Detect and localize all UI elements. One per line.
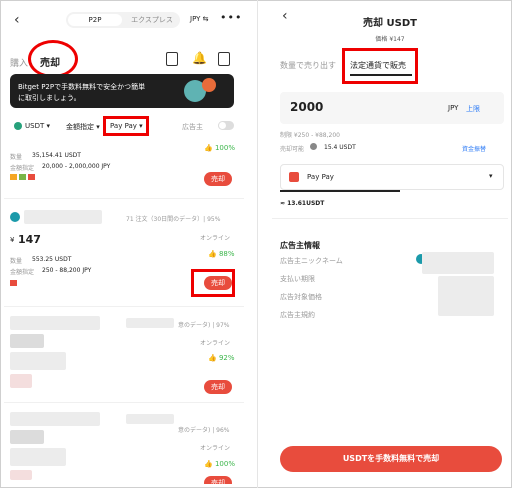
segment-express[interactable]: エクスプレス — [128, 14, 176, 26]
more-dots-icon[interactable]: ••• — [220, 11, 242, 24]
avatar — [10, 212, 20, 222]
info-row-payment-deadline: 支払い期限 — [280, 275, 315, 283]
details-blurred — [10, 448, 66, 466]
qty-value: 35,154.41 USDT — [32, 152, 81, 159]
limit-value: 250 - 88,200 JPY — [42, 267, 92, 274]
highlight-box-fiat-tab — [342, 48, 418, 84]
limit-label: 金額指定 — [10, 269, 35, 276]
info-row-terms: 広告主規約 — [280, 311, 315, 319]
online-status: オンライン — [200, 445, 231, 452]
price: 147 — [18, 233, 41, 246]
qty-label: 数量 — [10, 154, 23, 161]
price-currency: ¥ — [10, 236, 15, 244]
orders-icon[interactable] — [166, 52, 178, 66]
limit-value: 20,000 - 2,000,000 JPY — [42, 163, 111, 170]
history-icon[interactable] — [218, 52, 230, 66]
info-row-nickname: 広告主ニックネーム — [280, 257, 343, 265]
payment-icon-2 — [19, 174, 26, 180]
segment-p2p[interactable]: P2P — [68, 14, 122, 26]
payment-method-value: Pay Pay — [307, 173, 334, 181]
unit-price: 価格 ¥147 — [375, 36, 405, 43]
tab-buy[interactable]: 購入 — [10, 56, 28, 69]
limit-text: 制限 ¥250 - ¥88,200 — [280, 132, 340, 139]
stats-blurred — [126, 414, 174, 424]
advertiser-name-blurred — [24, 210, 102, 224]
highlight-box-payment — [103, 116, 149, 136]
advertiser-toggle[interactable] — [218, 121, 234, 130]
stats-blurred — [126, 318, 174, 328]
page-title: 売却 USDT — [363, 18, 417, 29]
sell-button[interactable]: 売却 — [204, 172, 232, 186]
tab-sell-by-quantity[interactable]: 数量で売り出す — [280, 60, 336, 71]
separator — [4, 306, 244, 307]
receive-estimate: ≈ 13.61USDT — [280, 200, 325, 207]
advertiser-section-title: 広告主情報 — [280, 241, 320, 250]
paypay-icon — [10, 280, 17, 286]
advertiser-filter-label: 広告主 — [182, 123, 203, 131]
mode-segment: P2P エクスプレス — [66, 12, 180, 28]
available-label: 売却可能 — [280, 146, 305, 153]
transfer-link[interactable]: 資金振替 — [462, 144, 486, 153]
completion-rate: 👍 100% — [204, 144, 235, 152]
panel-divider — [257, 0, 258, 488]
advertiser-info-blurred — [422, 252, 494, 274]
paypay-icon — [289, 172, 299, 182]
completion-rate: 👍 100% — [204, 460, 235, 468]
coin-filter[interactable]: USDT ▾ — [25, 122, 50, 130]
details-blurred — [10, 352, 66, 370]
payment-blurred — [10, 470, 32, 480]
sell-button[interactable]: 売却 — [204, 380, 232, 394]
currency-switch[interactable]: JPY ⇆ — [190, 15, 209, 23]
banner-line2: に取引しましょう。 — [18, 94, 81, 102]
qty-label: 数量 — [10, 258, 23, 265]
limit-label: 金額指定 — [10, 165, 35, 172]
separator — [4, 402, 244, 403]
ad-stats: 71 注文（30日間のデータ）| 95% — [126, 216, 221, 223]
completion-rate: 👍 88% — [208, 250, 235, 258]
banner-user-icon — [202, 78, 216, 92]
amount-value: 2000 — [290, 100, 324, 114]
highlight-ring-sell-tab — [28, 40, 78, 78]
advertiser-name-blurred — [10, 316, 100, 330]
available-value: 15.4 USDT — [324, 144, 356, 151]
amount-filter[interactable]: 金額指定 ▾ — [66, 122, 100, 132]
online-status: オンライン — [200, 235, 231, 242]
p2p-list-panel: ‹ P2P エクスプレス JPY ⇆ ••• 購入 売却 🔔 Bitget P2… — [4, 4, 244, 484]
advertiser-name-blurred — [10, 412, 100, 426]
separator — [272, 218, 508, 219]
payment-blurred — [10, 374, 32, 388]
advertiser-info-blurred — [438, 276, 494, 316]
highlight-box-sell — [191, 269, 235, 297]
amount-input[interactable]: 2000 JPY 上限 — [280, 92, 504, 124]
amount-currency: JPY — [448, 104, 459, 112]
price-blurred — [10, 430, 44, 444]
info-row-target-price: 広告対象価格 — [280, 293, 322, 301]
ad-stats: 意のデータ) | 97% — [178, 322, 230, 329]
completion-rate: 👍 92% — [208, 354, 235, 362]
online-status: オンライン — [200, 340, 231, 347]
qty-value: 553.25 USDT — [32, 256, 72, 263]
banner-line1: Bitget P2Pで手数料無料で安全かつ簡単 — [18, 83, 146, 91]
sell-order-panel: ‹ 売却 USDT 価格 ¥147 数量で売り出す 法定通貨で販売 2000 J… — [272, 4, 508, 484]
sell-button[interactable]: 売却 — [204, 476, 232, 484]
price-blurred — [10, 334, 44, 348]
select-underline — [280, 190, 400, 192]
max-button[interactable]: 上限 — [466, 104, 480, 114]
paypay-icon — [28, 174, 35, 180]
back-icon[interactable]: ‹ — [14, 12, 20, 28]
bell-icon[interactable]: 🔔 — [192, 51, 207, 65]
payment-icon-1 — [10, 174, 17, 180]
sell-submit-button[interactable]: USDTを手数料無料で売却 — [280, 446, 502, 472]
info-icon[interactable] — [310, 143, 317, 150]
separator — [4, 198, 244, 199]
chevron-down-icon: ▾ — [489, 172, 493, 180]
usdt-icon — [14, 122, 22, 130]
payment-method-select[interactable]: Pay Pay ▾ — [280, 164, 504, 190]
ad-stats: 意のデータ) | 96% — [178, 427, 230, 434]
promo-banner[interactable]: Bitget P2Pで手数料無料で安全かつ簡単 に取引しましょう。 — [10, 74, 234, 108]
